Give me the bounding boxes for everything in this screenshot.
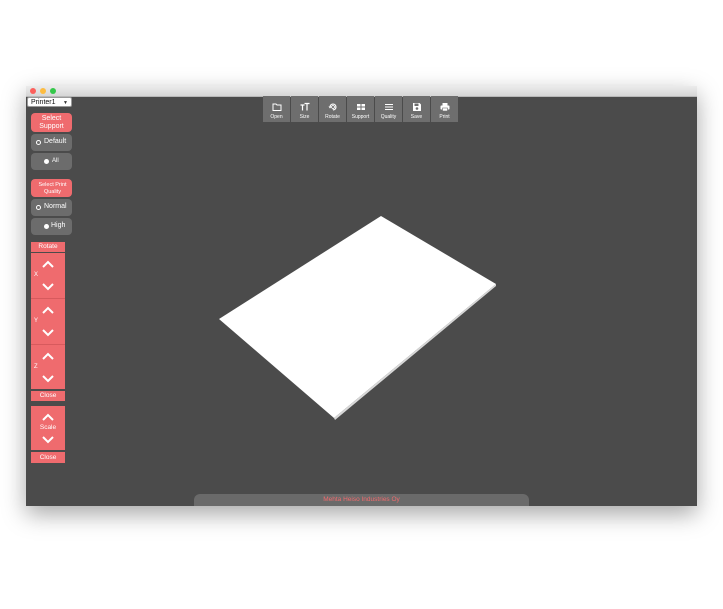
select-support-button[interactable]: Select Support (31, 113, 72, 132)
rotate-y-group: Y (31, 299, 65, 344)
rotate-icon (328, 103, 337, 111)
support-default-label: Default (44, 138, 67, 145)
rotate-z-down-button[interactable] (41, 375, 55, 383)
toolbar-open-label: Open (270, 114, 283, 120)
floppy-icon (413, 103, 421, 111)
toolbar-save-label: Save (410, 114, 423, 120)
radio-filled-icon (44, 224, 49, 229)
scale-up-button[interactable] (41, 413, 55, 421)
toolbar-quality-label: Quality (380, 114, 397, 120)
rotate-z-up-button[interactable] (41, 352, 55, 360)
scale-panel: Scale (31, 406, 65, 450)
rotate-title: Rotate (31, 242, 65, 252)
support-grid-icon (357, 104, 365, 110)
folder-icon (272, 103, 282, 111)
select-support-label: Select Support (39, 115, 64, 130)
lines-icon (385, 104, 393, 110)
scale-close-button[interactable]: Close (31, 452, 65, 463)
printer-icon (440, 103, 450, 112)
quality-high-option[interactable]: High (31, 218, 72, 235)
rotate-panel: X Y Z (31, 253, 65, 389)
rotate-y-label: Y (34, 318, 39, 324)
rotate-close-label: Close (39, 392, 57, 399)
select-print-quality-button[interactable]: Select Print Quality (31, 179, 72, 197)
rotate-z-group: Z (31, 345, 65, 390)
toolbar-size-button[interactable]: Size (291, 96, 318, 122)
rotate-title-label: Rotate (38, 243, 58, 250)
rotate-x-up-button[interactable] (41, 260, 55, 268)
support-default-option[interactable]: Default (31, 134, 72, 151)
toolbar-support-button[interactable]: Support (347, 96, 374, 122)
quality-normal-label: Normal (44, 203, 67, 210)
toolbar-quality-button[interactable]: Quality (375, 96, 402, 122)
scale-down-button[interactable] (41, 436, 55, 444)
printer-select[interactable]: Printer1 ▼ (27, 97, 72, 107)
app-window: Printer1 ▼ Select Support Default All Se… (26, 86, 697, 506)
quality-high-label: High (51, 222, 66, 229)
scale-label: Scale (39, 424, 57, 431)
radio-empty-icon (36, 140, 41, 145)
printer-select-value: Printer1 (31, 99, 56, 106)
rotate-y-down-button[interactable] (41, 329, 55, 337)
build-plate (219, 216, 496, 418)
toolbar-print-label: Print (439, 114, 450, 120)
quality-normal-option[interactable]: Normal (31, 199, 72, 216)
text-size-icon (300, 102, 310, 111)
rotate-close-button[interactable]: Close (31, 391, 65, 401)
toolbar-rotate-button[interactable]: Rotate (319, 96, 346, 122)
toolbar-print-button[interactable]: Print (431, 96, 458, 122)
chevron-down-icon: ▼ (63, 100, 68, 106)
support-all-label: All (52, 158, 59, 164)
status-bar-text: Mehta Heiso Industries Oy (323, 496, 400, 503)
toolbar-open-button[interactable]: Open (263, 96, 290, 122)
radio-empty-icon (36, 205, 41, 210)
rotate-z-label: Z (34, 364, 38, 370)
rotate-x-down-button[interactable] (41, 283, 55, 291)
support-all-option[interactable]: All (31, 153, 72, 170)
scale-close-label: Close (39, 454, 57, 461)
select-print-quality-label: Select Print Quality (38, 182, 67, 195)
rotate-y-up-button[interactable] (41, 306, 55, 314)
toolbar-size-label: Size (299, 114, 310, 120)
toolbar-rotate-label: Rotate (325, 114, 340, 120)
toolbar-save-button[interactable]: Save (403, 96, 430, 122)
rotate-x-label: X (34, 272, 39, 278)
rotate-x-group: X (31, 253, 65, 298)
radio-filled-icon (44, 159, 49, 164)
toolbar-support-label: Support (351, 114, 370, 120)
main-toolbar: Open Size Rotate Support Quality Save Pr… (263, 96, 459, 122)
build-viewport[interactable] (26, 86, 697, 506)
status-bar: Mehta Heiso Industries Oy (194, 494, 529, 506)
